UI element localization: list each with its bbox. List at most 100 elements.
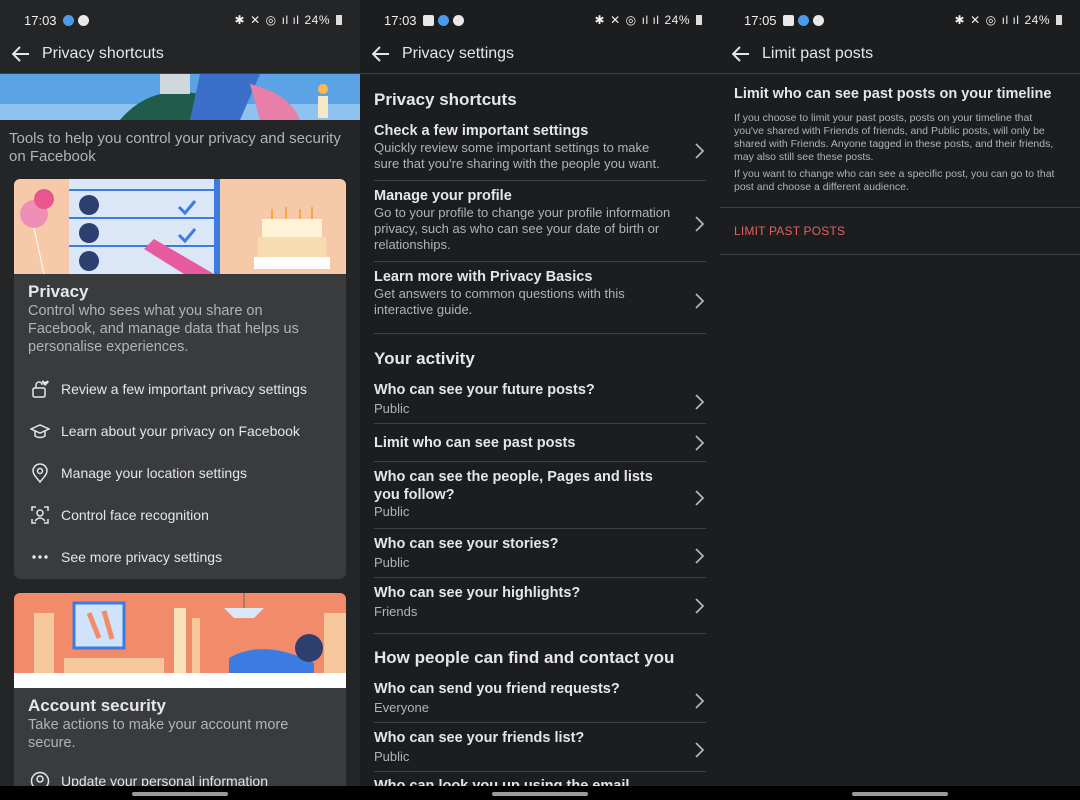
messenger-notification-icon [437, 14, 449, 26]
page-title: Limit past posts [762, 44, 874, 62]
hotspot-icon: ◎ [985, 13, 997, 27]
account-security-illustration [14, 593, 346, 688]
chevron-right-icon [695, 143, 705, 159]
shortcut-face-recognition[interactable]: Control face recognition [14, 494, 346, 536]
row-subtitle: Public [374, 749, 410, 764]
system-nav-bar [360, 786, 720, 800]
limit-past-posts-button[interactable]: LIMIT PAST POSTS [734, 224, 845, 238]
row-title: Limit who can see past posts [374, 435, 576, 451]
back-arrow-icon[interactable] [10, 43, 32, 65]
privacy-shortcuts-screen: 17:03 ✱ ✕ ◎ ıl ıl 24% Privacy shortcuts [0, 0, 360, 800]
status-time: 17:05 [744, 12, 777, 28]
row-title: Who can see your friends list? [374, 730, 585, 746]
back-arrow-icon[interactable] [370, 43, 392, 65]
settings-row[interactable]: Who can see your highlights? Friends [374, 584, 706, 628]
bluetooth-icon: ✱ [234, 13, 246, 27]
settings-row[interactable]: Who can see your future posts? Public [374, 381, 706, 424]
row-title: Who can see the people, Pages and lists … [374, 469, 653, 503]
row-title: Manage your profile [374, 188, 512, 204]
limit-description-2: If you want to change who can see a spec… [734, 168, 1055, 193]
app-bar: Limit past posts [720, 34, 1080, 74]
settings-row[interactable]: Learn more with Privacy Basics Get answe… [374, 268, 706, 334]
row-title: Who can see your highlights? [374, 585, 581, 601]
signal-icon: ıl ıl [1001, 13, 1020, 27]
row-subtitle: Public [374, 401, 410, 416]
battery-level: 24% [664, 13, 690, 27]
mute-icon: ✕ [970, 13, 981, 27]
location-pin-icon [30, 463, 50, 483]
limit-heading: Limit who can see past posts on your tim… [734, 86, 1052, 102]
shortcut-label: Manage your location settings [61, 465, 247, 481]
shortcut-label: Learn about your privacy on Facebook [61, 423, 300, 439]
section-privacy-shortcuts: Privacy shortcuts [374, 90, 517, 109]
mute-icon: ✕ [610, 13, 621, 27]
shortcut-learn-privacy[interactable]: Learn about your privacy on Facebook [14, 410, 346, 452]
row-title: Check a few important settings [374, 123, 589, 139]
notification-icon [812, 14, 824, 26]
face-recognition-icon [30, 505, 50, 525]
privacy-settings-screen: 17:03 ✱ ✕ ◎ ıl ıl 24% Privacy settings P… [360, 0, 720, 800]
chevron-right-icon [695, 292, 705, 309]
battery-level: 24% [304, 13, 330, 27]
status-right: ✱ ✕ ◎ ıl ıl 24% [235, 13, 342, 27]
row-subtitle: Public [374, 555, 410, 570]
shortcut-label: See more privacy settings [61, 549, 223, 565]
app-bar: Privacy settings [360, 34, 720, 74]
page-title: Privacy shortcuts [42, 44, 164, 62]
row-title: Learn more with Privacy Basics [374, 269, 593, 285]
back-arrow-icon[interactable] [730, 43, 752, 65]
shortcut-location-settings[interactable]: Manage your location settings [14, 452, 346, 494]
chevron-right-icon [695, 693, 705, 709]
chevron-right-icon [695, 216, 705, 232]
privacy-card-title: Privacy [28, 282, 89, 301]
row-subtitle: Get answers to common questions with thi… [374, 286, 625, 317]
shortcut-label: Control face recognition [61, 507, 209, 523]
notification-icon [77, 14, 89, 26]
row-title: Who can see your stories? [374, 536, 559, 552]
shortcut-more-settings[interactable]: See more privacy settings [14, 536, 346, 578]
lock-heart-icon [30, 379, 50, 399]
chevron-right-icon [695, 598, 705, 614]
settings-row[interactable]: Who can see your stories? Public [374, 535, 706, 578]
home-indicator[interactable] [492, 792, 588, 796]
account-card-description: Take actions to make your account more s… [28, 717, 289, 751]
row-title: Who can see your future posts? [374, 382, 595, 398]
row-subtitle: Friends [374, 604, 418, 619]
signal-icon: ıl ıl [641, 13, 660, 27]
home-indicator[interactable] [852, 792, 948, 796]
chevron-right-icon [695, 742, 705, 758]
gallery-notification-icon [422, 14, 434, 26]
graduation-cap-icon [30, 421, 50, 441]
settings-row[interactable]: Limit who can see past posts [374, 424, 706, 462]
divider [720, 207, 1080, 208]
signal-icon: ıl ıl [281, 13, 300, 27]
chevron-right-icon [695, 434, 705, 451]
status-right: ✱ ✕ ◎ ıl ıl 24% [955, 13, 1062, 27]
row-subtitle: Quickly review some important settings t… [374, 140, 660, 171]
battery-icon [696, 15, 702, 25]
more-dots-icon [30, 547, 50, 567]
shortcut-review-settings[interactable]: Review a few important privacy settings [14, 368, 346, 410]
account-security-card: Account security Take actions to make yo… [14, 593, 346, 800]
system-nav-bar [0, 786, 360, 800]
shortcut-label: Review a few important privacy settings [61, 381, 307, 397]
battery-icon [336, 15, 342, 25]
settings-row[interactable]: Who can see the people, Pages and lists … [374, 468, 706, 529]
row-subtitle: Go to your profile to change your profil… [374, 205, 671, 252]
settings-row[interactable]: Manage your profile Go to your profile t… [374, 187, 706, 262]
section-find-contact: How people can find and contact you [374, 648, 675, 667]
settings-row[interactable]: Who can send you friend requests? Everyo… [374, 680, 706, 723]
section-your-activity: Your activity [374, 349, 475, 368]
battery-level: 24% [1024, 13, 1050, 27]
gallery-notification-icon [782, 14, 794, 26]
divider [720, 254, 1080, 255]
section-divider [374, 633, 706, 634]
settings-row[interactable]: Who can see your friends list? Public [374, 729, 706, 772]
messenger-notification-icon [62, 14, 74, 26]
system-nav-bar [720, 786, 1080, 800]
settings-row[interactable]: Check a few important settings Quickly r… [374, 122, 706, 181]
home-indicator[interactable] [132, 792, 228, 796]
status-right: ✱ ✕ ◎ ıl ıl 24% [595, 13, 702, 27]
row-title: Who can send you friend requests? [374, 681, 620, 697]
hotspot-icon: ◎ [625, 13, 637, 27]
